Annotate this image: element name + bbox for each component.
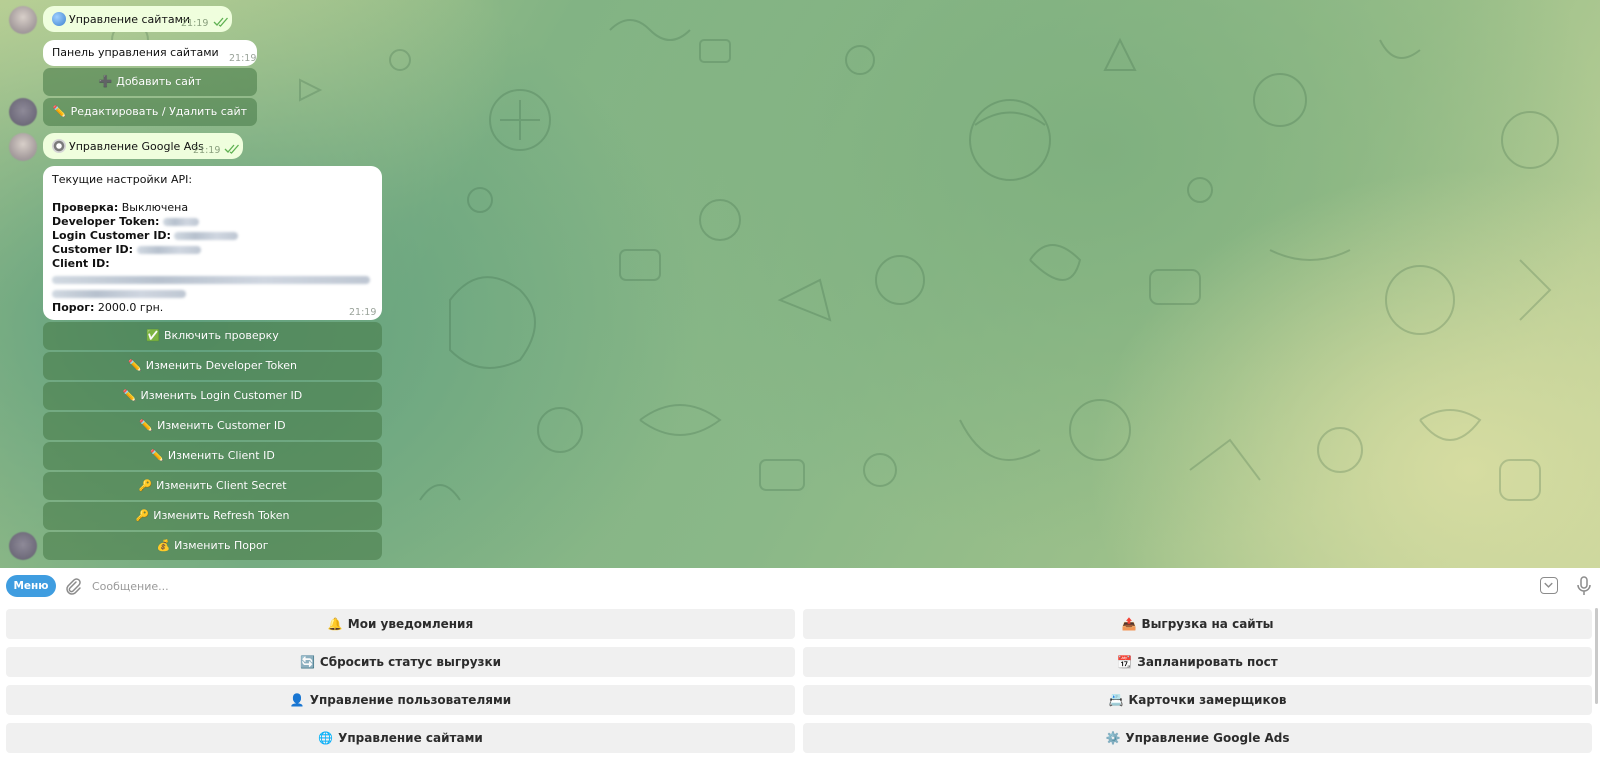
kb-button-schedule-post[interactable]: 📆 Запланировать пост	[803, 647, 1592, 677]
message-input-bar: Меню	[0, 568, 1600, 604]
pencil-icon: ✏️	[150, 449, 164, 462]
inline-button-change-refresh-token[interactable]: 🔑 Изменить Refresh Token	[43, 502, 382, 530]
message-text: Управление Google Ads	[69, 140, 204, 153]
button-label: Изменить Refresh Token	[153, 509, 290, 522]
card-index-icon: 📇	[1108, 693, 1124, 707]
gear-icon	[52, 139, 66, 153]
inline-button-change-developer-token[interactable]: ✏️ Изменить Developer Token	[43, 352, 382, 380]
incoming-message: Панель управления сайтами 21:19	[43, 40, 257, 66]
plus-icon: ➕	[98, 75, 113, 88]
chat-area: Управление сайтами 21:19 Панель управлен…	[0, 0, 1600, 568]
button-label: Изменить Client Secret	[156, 479, 287, 492]
bot-avatar[interactable]	[9, 532, 37, 560]
login-customer-id-row: Login Customer ID:	[52, 229, 239, 243]
money-bag-icon: 💰	[156, 539, 171, 552]
gear-icon: ⚙️	[1105, 731, 1121, 745]
redacted-value	[136, 246, 201, 254]
message-time: 21:19	[229, 53, 257, 64]
avatar[interactable]	[9, 133, 37, 161]
attach-icon[interactable]	[64, 577, 82, 595]
button-label: Редактировать / Удалить сайт	[70, 105, 248, 118]
menu-button[interactable]: Меню	[6, 575, 56, 597]
pencil-icon: ✏️	[122, 389, 137, 402]
inline-button-edit-delete-site[interactable]: ✏️ Редактировать / Удалить сайт	[43, 98, 257, 126]
globe-icon: 🌐	[318, 731, 334, 745]
inline-button-change-customer-id[interactable]: ✏️ Изменить Customer ID	[43, 412, 382, 440]
redacted-value	[174, 232, 239, 240]
button-label: Карточки замерщиков	[1128, 693, 1287, 707]
kb-button-manage-google-ads[interactable]: ⚙️ Управление Google Ads	[803, 723, 1592, 753]
redacted-value	[52, 290, 186, 298]
reply-keyboard: 🔔 Мои уведомления 📤 Выгрузка на сайты 🔄 Сбр…	[0, 604, 1600, 773]
pencil-icon: ✏️	[128, 359, 142, 372]
button-label: Управление сайтами	[338, 731, 483, 745]
threshold-row: Порог: 2000.0 грн.	[52, 301, 164, 314]
user-icon: 👤	[289, 693, 305, 707]
kb-button-measurer-cards[interactable]: 📇 Карточки замерщиков	[803, 685, 1592, 715]
button-label: Выгрузка на сайты	[1141, 617, 1274, 631]
pencil-icon: ✏️	[52, 105, 67, 118]
kb-button-manage-sites[interactable]: 🌐 Управление сайтами	[6, 723, 795, 753]
message-time: 21:19	[349, 307, 377, 318]
check-row: Проверка: Выключена	[52, 201, 189, 214]
inline-button-change-threshold[interactable]: 💰 Изменить Порог	[43, 532, 382, 560]
redacted-value	[52, 276, 370, 284]
globe-icon	[52, 12, 66, 26]
calendar-icon: 📆	[1117, 655, 1133, 669]
bot-avatar[interactable]	[9, 98, 37, 126]
keyboard-scrollbar[interactable]	[1595, 608, 1598, 704]
button-label: Изменить Порог	[174, 539, 269, 552]
message-time: 21:19	[193, 145, 221, 156]
button-label: Добавить сайт	[116, 75, 202, 88]
api-settings-message: Текущие настройки API: Проверка: Выключе…	[43, 166, 382, 320]
button-label: Изменить Developer Token	[145, 359, 297, 372]
button-label: Изменить Customer ID	[157, 419, 286, 432]
button-label: Управление пользователями	[309, 693, 512, 707]
avatar[interactable]	[9, 6, 37, 34]
microphone-icon[interactable]	[1576, 576, 1592, 596]
read-checkmarks-icon	[213, 17, 228, 27]
button-label: Изменить Login Customer ID	[140, 389, 303, 402]
bell-icon: 🔔	[327, 617, 343, 631]
button-label: Включить проверку	[163, 329, 279, 342]
key-icon: 🔑	[138, 479, 153, 492]
message-input[interactable]	[92, 574, 1492, 598]
kb-button-reset-upload-status[interactable]: 🔄 Сбросить статус выгрузки	[6, 647, 795, 677]
inline-button-change-client-id[interactable]: ✏️ Изменить Client ID	[43, 442, 382, 470]
client-id-row: Client ID:	[52, 257, 110, 270]
button-label: Управление Google Ads	[1125, 731, 1290, 745]
button-label: Изменить Client ID	[167, 449, 275, 462]
settings-heading: Текущие настройки API:	[52, 173, 193, 186]
inline-button-add-site[interactable]: ➕ Добавить сайт	[43, 68, 257, 96]
kb-button-my-notifications[interactable]: 🔔 Мои уведомления	[6, 609, 795, 639]
button-label: Мои уведомления	[347, 617, 474, 631]
inline-button-change-login-customer-id[interactable]: ✏️ Изменить Login Customer ID	[43, 382, 382, 410]
kb-button-manage-users[interactable]: 👤 Управление пользователями	[6, 685, 795, 715]
message-text: Панель управления сайтами	[52, 46, 219, 59]
checkmark-icon: ✅	[146, 329, 160, 342]
button-label: Запланировать пост	[1137, 655, 1278, 669]
keyboard-toggle-icon[interactable]	[1540, 577, 1558, 594]
kb-button-upload-to-sites[interactable]: 📤 Выгрузка на сайты	[803, 609, 1592, 639]
refresh-icon: 🔄	[299, 655, 315, 669]
developer-token-row: Developer Token:	[52, 215, 199, 229]
outbox-icon: 📤	[1121, 617, 1137, 631]
outgoing-message: Управление Google Ads 21:19	[43, 133, 243, 159]
inline-button-enable-check[interactable]: ✅ Включить проверку	[43, 322, 382, 350]
customer-id-row: Customer ID:	[52, 243, 201, 257]
redacted-value	[162, 218, 199, 226]
message-text: Управление сайтами	[69, 13, 191, 26]
pencil-icon: ✏️	[139, 419, 154, 432]
read-checkmarks-icon	[224, 144, 239, 154]
outgoing-message: Управление сайтами 21:19	[43, 6, 232, 32]
key-icon: 🔑	[135, 509, 150, 522]
message-time: 21:19	[181, 18, 209, 29]
button-label: Сбросить статус выгрузки	[319, 655, 502, 669]
inline-button-change-client-secret[interactable]: 🔑 Изменить Client Secret	[43, 472, 382, 500]
